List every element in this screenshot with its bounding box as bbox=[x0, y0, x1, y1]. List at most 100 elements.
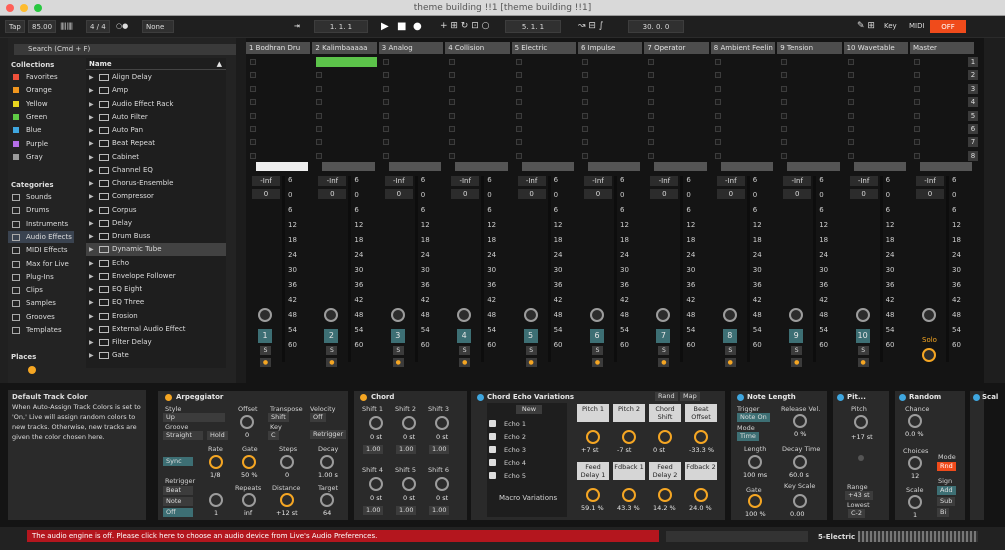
arrangement-position-field[interactable]: 1. 1. 1 bbox=[314, 20, 368, 33]
pan-field[interactable]: 0 bbox=[517, 189, 546, 199]
clip-slot[interactable] bbox=[515, 72, 522, 79]
track-activator-button[interactable]: 8 bbox=[722, 329, 737, 343]
macro-knob[interactable] bbox=[658, 488, 672, 502]
list-item[interactable]: ▶ Channel EQ bbox=[86, 164, 226, 177]
track-header[interactable]: 2 Kalimbaaaaa bbox=[312, 42, 377, 54]
clip-slot[interactable] bbox=[847, 139, 854, 146]
clip-slot[interactable] bbox=[382, 112, 389, 119]
clip-slot[interactable] bbox=[648, 72, 655, 79]
clip-slot[interactable] bbox=[449, 59, 456, 65]
list-item[interactable]: ▶ Align Delay bbox=[86, 71, 226, 84]
quantization-select[interactable]: None bbox=[142, 20, 174, 33]
pan-field[interactable]: 0 bbox=[318, 189, 347, 199]
shift-knob[interactable] bbox=[435, 416, 449, 430]
velocity-field[interactable]: 1.00 bbox=[363, 445, 384, 454]
clip-slot[interactable] bbox=[648, 126, 655, 132]
list-item[interactable]: ▶ Filter Delay bbox=[86, 336, 226, 349]
decay-time-knob[interactable] bbox=[793, 455, 807, 469]
clip-slot[interactable] bbox=[250, 139, 256, 146]
expand-icon[interactable]: ▶ bbox=[89, 270, 94, 283]
expand-icon[interactable]: ▶ bbox=[89, 217, 94, 230]
list-item[interactable]: ▶ EQ Eight bbox=[86, 283, 226, 296]
clip-slot[interactable] bbox=[582, 72, 588, 79]
list-item[interactable]: ▶ Audio Effect Rack bbox=[86, 98, 226, 111]
pan-knob[interactable] bbox=[390, 308, 405, 322]
volume-field[interactable]: -Inf bbox=[916, 176, 944, 186]
expand-icon[interactable]: ▶ bbox=[89, 349, 94, 362]
expand-icon[interactable]: ▶ bbox=[89, 151, 94, 164]
category-item-clips[interactable]: Clips bbox=[8, 284, 74, 296]
decay-knob[interactable] bbox=[320, 455, 334, 469]
midi-map-button[interactable]: MIDI bbox=[909, 20, 925, 33]
nudge-icon[interactable]: |||| |||| bbox=[60, 20, 73, 33]
expand-icon[interactable]: ▶ bbox=[89, 283, 94, 296]
list-item[interactable]: ▶ Corpus bbox=[86, 204, 226, 217]
shift-knob[interactable] bbox=[402, 477, 416, 491]
list-item[interactable]: ▶ Chorus-Ensemble bbox=[86, 177, 226, 190]
retrigger-beat-button[interactable]: Beat bbox=[163, 486, 193, 495]
clip-stop-button[interactable] bbox=[521, 162, 574, 171]
track-header[interactable]: Master bbox=[910, 42, 975, 54]
list-item[interactable]: ▶ Erosion bbox=[86, 310, 226, 323]
arm-button[interactable]: ● bbox=[260, 358, 271, 367]
distance-knob[interactable] bbox=[280, 493, 294, 507]
list-item[interactable]: ▶ EQ Three bbox=[86, 296, 226, 309]
clip-slot[interactable] bbox=[316, 72, 323, 79]
record-icon[interactable]: ● bbox=[413, 20, 422, 33]
overdub-icon[interactable]: + ⊞ ↻ ⊡ ○ bbox=[440, 20, 489, 33]
pan-field[interactable]: 0 bbox=[584, 189, 612, 199]
macro-label[interactable]: Pitch 1 bbox=[577, 404, 609, 422]
category-item-plug-ins[interactable]: Plug-Ins bbox=[8, 271, 74, 283]
category-item-max-for-live[interactable]: Max for Live bbox=[8, 258, 74, 270]
groove-select[interactable]: Straight bbox=[163, 431, 203, 440]
collection-item-gray[interactable]: Gray bbox=[8, 151, 74, 163]
clip-slot[interactable] bbox=[714, 99, 721, 106]
macro-label[interactable]: Fdback 1 bbox=[613, 462, 645, 480]
target-knob[interactable] bbox=[320, 493, 334, 507]
clip-slot[interactable] bbox=[781, 126, 788, 132]
clip-slot[interactable] bbox=[515, 59, 522, 65]
chain-item[interactable]: Echo 5 bbox=[504, 472, 526, 480]
expand-icon[interactable]: ▶ bbox=[89, 230, 94, 243]
macro-knob[interactable] bbox=[622, 488, 636, 502]
track-activator-button[interactable]: 6 bbox=[590, 329, 604, 343]
track-header[interactable]: 4 Collision bbox=[445, 42, 510, 54]
category-item-templates[interactable]: Templates bbox=[8, 324, 74, 336]
arm-button[interactable]: ● bbox=[658, 358, 670, 367]
arm-button[interactable]: ● bbox=[459, 358, 471, 367]
list-item[interactable]: ▶ Delay bbox=[86, 217, 226, 230]
clip-slot[interactable] bbox=[781, 152, 788, 159]
rate-knob[interactable] bbox=[209, 455, 223, 469]
solo-button[interactable]: S bbox=[791, 346, 803, 355]
clip-slot[interactable] bbox=[847, 152, 854, 159]
loop-icon[interactable]: ↝ ⊟ ∫ bbox=[578, 20, 604, 33]
clip-stop-button[interactable] bbox=[920, 162, 973, 171]
chain-icon[interactable] bbox=[489, 446, 496, 453]
clip-stop-button[interactable] bbox=[322, 162, 375, 171]
clip-slot[interactable] bbox=[847, 72, 854, 79]
list-item[interactable]: ▶ Dynamic Tube bbox=[86, 243, 226, 257]
shift-knob[interactable] bbox=[369, 416, 383, 430]
velocity-field[interactable]: 1.00 bbox=[396, 445, 417, 454]
arm-button[interactable]: ● bbox=[791, 358, 803, 367]
expand-icon[interactable]: ▶ bbox=[89, 257, 94, 270]
clip-slot[interactable] bbox=[382, 85, 389, 92]
scene-launch-button[interactable]: 8 bbox=[968, 150, 978, 161]
expand-icon[interactable]: ▶ bbox=[89, 323, 94, 336]
volume-field[interactable]: -Inf bbox=[783, 176, 812, 186]
track-activator-button[interactable]: 3 bbox=[390, 329, 405, 343]
track-activator-button[interactable]: 5 bbox=[523, 329, 538, 343]
macro-knob[interactable] bbox=[586, 488, 600, 502]
list-item[interactable]: ▶ Auto Pan bbox=[86, 124, 226, 137]
clip-slot[interactable] bbox=[250, 85, 256, 92]
audio-engine-warning[interactable]: The audio engine is off. Please click he… bbox=[27, 530, 659, 542]
clip-slot[interactable] bbox=[781, 99, 788, 106]
expand-icon[interactable]: ▶ bbox=[89, 71, 94, 84]
arm-button[interactable]: ● bbox=[525, 358, 537, 367]
cue-volume-knob[interactable] bbox=[922, 348, 936, 362]
collection-item-blue[interactable]: Blue bbox=[8, 124, 74, 136]
clip-slot[interactable] bbox=[316, 99, 323, 106]
track-header[interactable]: 10 Wavetable bbox=[843, 42, 908, 54]
scene-launch-button[interactable]: 2 bbox=[968, 70, 978, 81]
chain-icon[interactable] bbox=[489, 420, 496, 427]
